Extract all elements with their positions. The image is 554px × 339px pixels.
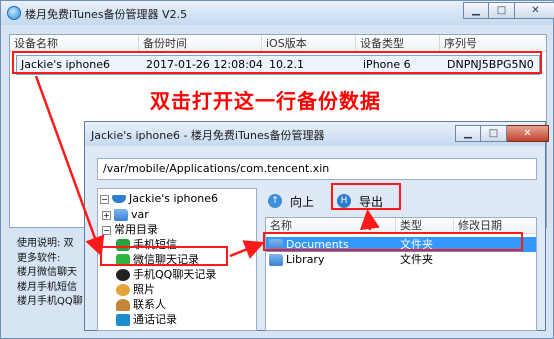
arrow-up-icon: ↑ [268,194,282,208]
dialog-title: Jackie's iphone6 - 楼月免费iTunes备份管理器 [91,129,325,142]
column-ios-version[interactable]: iOS版本 [262,35,356,52]
qq-icon [116,269,130,281]
tree-item-calls[interactable]: 通话记录 [116,312,177,327]
annotation-caption: 双击打开这一行备份数据 [150,89,381,113]
up-button[interactable]: ↑ 向上 [268,192,314,210]
main-titlebar[interactable]: 楼月免费iTunes备份管理器 V2.5 ▁ □ ✕ [1,1,554,25]
dialog-titlebar[interactable]: Jackie's iphone6 - 楼月免费iTunes备份管理器 ▁ □ ✕ [85,122,549,146]
tree-item-label: 常用目录 [114,223,158,236]
folder-icon [269,254,283,266]
column-serial[interactable]: 序列号 [440,35,546,52]
maximize-button[interactable]: □ [489,2,515,19]
minimize-button[interactable]: ▁ [463,2,489,19]
dialog-window-controls: ▁ □ ✕ [455,125,549,143]
file-row-library[interactable]: Library 文件夹 [266,252,536,267]
tree-item-photos[interactable]: 照片 [116,282,155,297]
help-line[interactable]: 楼月手机QQ聊 [17,295,87,310]
main-window-controls: ▁ □ ✕ [463,2,554,20]
column-device-name[interactable]: 设备名称 [10,35,139,52]
app-logo-icon [7,6,21,20]
highlight-export-button [331,183,401,210]
help-line[interactable]: 楼月微信聊天 [17,266,87,281]
tree-item-label: Jackie's iphone6 [129,192,218,205]
highlight-documents-row [263,232,523,251]
up-label: 向上 [290,194,315,209]
help-line[interactable]: 楼月手机短信 [17,281,87,296]
backup-list-header: 设备名称 备份时间 iOS版本 设备类型 序列号 [10,35,546,52]
tree-item-contacts[interactable]: 联系人 [116,297,166,312]
minimize-button[interactable]: ▁ [455,125,481,142]
tree-item-label: 手机QQ聊天记录 [133,268,217,281]
tree-item-qq[interactable]: 手机QQ聊天记录 [116,267,216,282]
contacts-icon [116,299,130,311]
column-backup-time[interactable]: 备份时间 [139,35,262,52]
collapse-icon[interactable]: − [100,194,109,204]
tree-item-common[interactable]: − 常用目录 [102,222,158,237]
close-button[interactable]: ✕ [507,125,549,142]
tree-item-label: 照片 [133,283,155,296]
folder-icon [114,209,128,221]
calls-icon [116,314,130,326]
photos-icon [116,284,130,296]
file-name-cell: Library [269,252,324,267]
collapse-icon[interactable]: − [102,225,111,235]
maximize-button[interactable]: □ [481,125,507,142]
tree-item-label: var [131,208,149,221]
column-device-type[interactable]: 设备类型 [356,35,440,52]
file-name: Library [286,253,325,266]
highlight-backup-row [12,51,542,74]
path-field[interactable]: /var/mobile/Applications/com.tencent.xin [97,158,537,180]
tree-item-var[interactable]: + var [102,207,149,222]
help-line: 使用说明: 双 [17,238,74,249]
expand-icon[interactable]: + [102,210,111,220]
phone-icon [112,195,126,203]
help-text: 使用说明: 双 更多软件: 楼月微信聊天 楼月手机短信 楼月手机QQ聊 [17,237,87,310]
tree-item-label: 联系人 [133,298,166,311]
file-type: 文件夹 [400,253,433,266]
highlight-wechat-item [100,246,228,266]
help-line: 更多软件: [17,252,61,264]
tree-item-root[interactable]: − Jackie's iphone6 [100,191,218,206]
close-button[interactable]: ✕ [515,2,554,19]
backup-browser-dialog: Jackie's iphone6 - 楼月免费iTunes备份管理器 ▁ □ ✕… [84,121,549,331]
tree-item-label: 通话记录 [133,313,177,326]
main-window-title: 楼月免费iTunes备份管理器 V2.5 [25,8,188,21]
